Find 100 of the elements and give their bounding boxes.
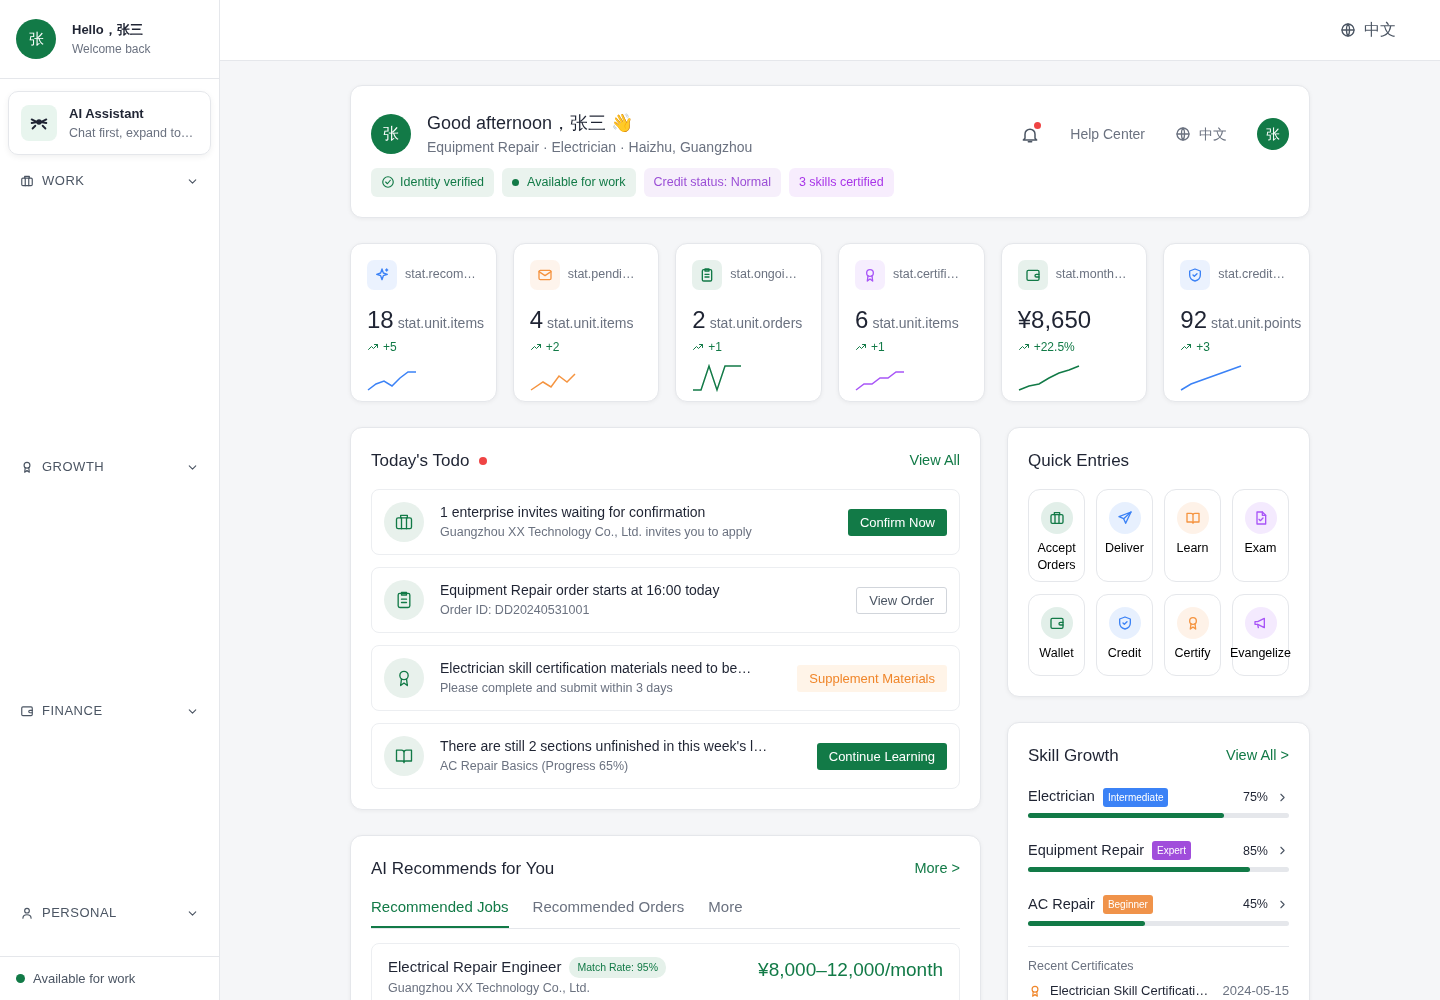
globe	[1340, 22, 1356, 38]
level-badge: Intermediate	[1102, 787, 1169, 807]
status-tag: Available for work	[502, 168, 636, 197]
todo-title: Electrician skill certification materials need to be…	[440, 659, 752, 679]
status-text: Available for work	[33, 969, 136, 988]
stat-value: 2	[692, 304, 706, 335]
view-all-link[interactable]: View All >	[1226, 744, 1289, 767]
user-avatar[interactable]: 张	[1257, 118, 1289, 150]
avatar: 张	[16, 19, 56, 59]
todo-title: Equipment Repair order starts at 16:00 today	[440, 581, 720, 601]
stat-unit: stat.unit.items	[397, 313, 485, 333]
language-button[interactable]: 中文	[1340, 18, 1396, 42]
stat-unit: stat.unit.items	[547, 313, 634, 333]
skill-name: AC Repair	[1028, 894, 1095, 914]
check	[381, 175, 395, 190]
tab[interactable]: More	[708, 895, 743, 929]
skill-percent: 85%	[1242, 842, 1268, 860]
section-title: AI Recommends for You	[371, 858, 555, 881]
section-title: Quick Entries	[1028, 449, 1131, 472]
level-badge: Expert	[1152, 841, 1191, 861]
todo-subtitle: Guangzhou XX Technology Co., Ltd. invites you to apply	[440, 524, 752, 542]
stat-label: stat.pendi…	[567, 266, 635, 284]
book-icon	[1184, 510, 1201, 527]
todo-subtitle: AC Repair Basics (Progress 65%)	[440, 758, 630, 776]
briefcase-icon	[1048, 510, 1065, 527]
user-icon	[20, 906, 34, 920]
certificate-name: Electrician Skill Certificati…	[1050, 982, 1209, 1000]
quick-entry[interactable]: Evangelize	[1232, 593, 1289, 676]
stat-change: +3	[1180, 337, 1310, 356]
language-button[interactable]: 中文	[1175, 123, 1227, 145]
status-tag: Credit status: Normal	[643, 168, 781, 197]
company-name: Guangzhou XX Technology Co., Ltd.	[388, 979, 591, 997]
stat-value: 92	[1180, 304, 1208, 335]
subsection-title: Recent Certificates	[1028, 957, 1135, 975]
stat-label: stat.ongoi…	[730, 266, 798, 284]
skill-percent: 45%	[1242, 896, 1268, 914]
welcome-text: Welcome back	[72, 40, 151, 58]
stat-value: ¥8,650	[1017, 304, 1092, 335]
job-title: Electrical Repair Engineer	[388, 957, 562, 978]
profile-details: Equipment Repair · Electrician · Haizhu, Guangzhou	[427, 138, 753, 157]
todo-subtitle: Order ID: DD20240531001	[440, 602, 591, 620]
tab[interactable]: Recommended Orders	[532, 895, 685, 929]
stat-unit: stat.unit.items	[872, 313, 959, 333]
quick-entry[interactable]: Wallet	[1028, 593, 1085, 676]
status-dot	[16, 973, 25, 983]
stat-label: stat.certifi…	[893, 266, 959, 284]
view-all-link[interactable]: More >	[914, 858, 960, 880]
stat-change: +5	[367, 337, 496, 356]
action-button[interactable]: Continue Learning	[816, 742, 947, 770]
stat-value: 18	[367, 304, 394, 335]
quick-entry[interactable]: Exam	[1232, 489, 1289, 582]
assistant-title: AI Assistant	[69, 105, 145, 123]
avatar: 张	[371, 114, 411, 154]
shield-icon	[1116, 614, 1133, 631]
salary: ¥8,000–12,000/month	[758, 958, 943, 983]
skill-name: Equipment Repair	[1028, 841, 1145, 860]
section-header[interactable]: WORK	[0, 171, 219, 191]
help-link[interactable]: Help Center	[1070, 123, 1145, 145]
action-button[interactable]: View Order	[856, 586, 947, 614]
stat-label: stat.credit…	[1218, 266, 1286, 284]
stat-value: 4	[529, 304, 544, 335]
section-header[interactable]: FINANCE	[0, 701, 219, 721]
quick-entry[interactable]: Certify	[1164, 593, 1221, 676]
todo-title: There are still 2 sections unfinished in this week's l…	[440, 737, 768, 757]
assistant-card[interactable]: AI Assistant Chat first, expand to…	[8, 91, 211, 156]
todo-subtitle: Please complete and submit within 3 days	[440, 680, 674, 698]
globe	[1175, 126, 1191, 142]
award-icon	[20, 460, 34, 474]
stat-value: 6	[855, 304, 869, 335]
section-header[interactable]: PERSONAL	[0, 903, 219, 923]
quick-entry[interactable]: Learn	[1164, 489, 1221, 582]
stat-change: +22.5%	[1017, 337, 1147, 356]
stat-label: stat.recom…	[405, 266, 476, 284]
stat-change: +2	[529, 337, 659, 356]
certificate-date: 2024-05-15	[1222, 982, 1289, 1000]
status-tag: 3 skills certified	[788, 168, 894, 197]
section-header[interactable]: GROWTH	[0, 457, 219, 477]
tab[interactable]: Recommended Jobs	[371, 895, 509, 929]
view-all-link[interactable]: View All	[909, 449, 960, 472]
sparkle-icon	[374, 266, 390, 283]
greeting-title: Good afternoon，张三 👋	[427, 112, 635, 135]
wallet-icon	[20, 704, 34, 718]
quick-entry[interactable]: Accept Orders	[1028, 489, 1085, 582]
action-button[interactable]: Confirm Now	[847, 508, 947, 536]
match-tag: Match Rate: 95%	[569, 956, 666, 979]
quick-entry[interactable]: Deliver	[1096, 489, 1153, 582]
todo-title: 1 enterprise invites waiting for confirmation	[440, 503, 707, 523]
stat-label: stat.month…	[1055, 266, 1127, 284]
section-title: Today's Todo	[371, 449, 470, 472]
level-badge: Beginner	[1102, 895, 1153, 915]
greeting-text: Hello，张三	[72, 21, 144, 40]
award-icon	[1028, 984, 1042, 998]
status-tag: Identity verified	[371, 168, 495, 197]
stat-unit: stat.unit.orders	[709, 313, 803, 333]
briefcase-icon	[20, 174, 34, 188]
stat-change: +1	[692, 337, 821, 356]
stat-unit: stat.unit.points	[1211, 313, 1302, 333]
assistant-subtitle: Chat first, expand to…	[69, 124, 194, 142]
section-title: Skill Growth	[1028, 744, 1119, 767]
quick-entry[interactable]: Credit	[1096, 593, 1153, 676]
